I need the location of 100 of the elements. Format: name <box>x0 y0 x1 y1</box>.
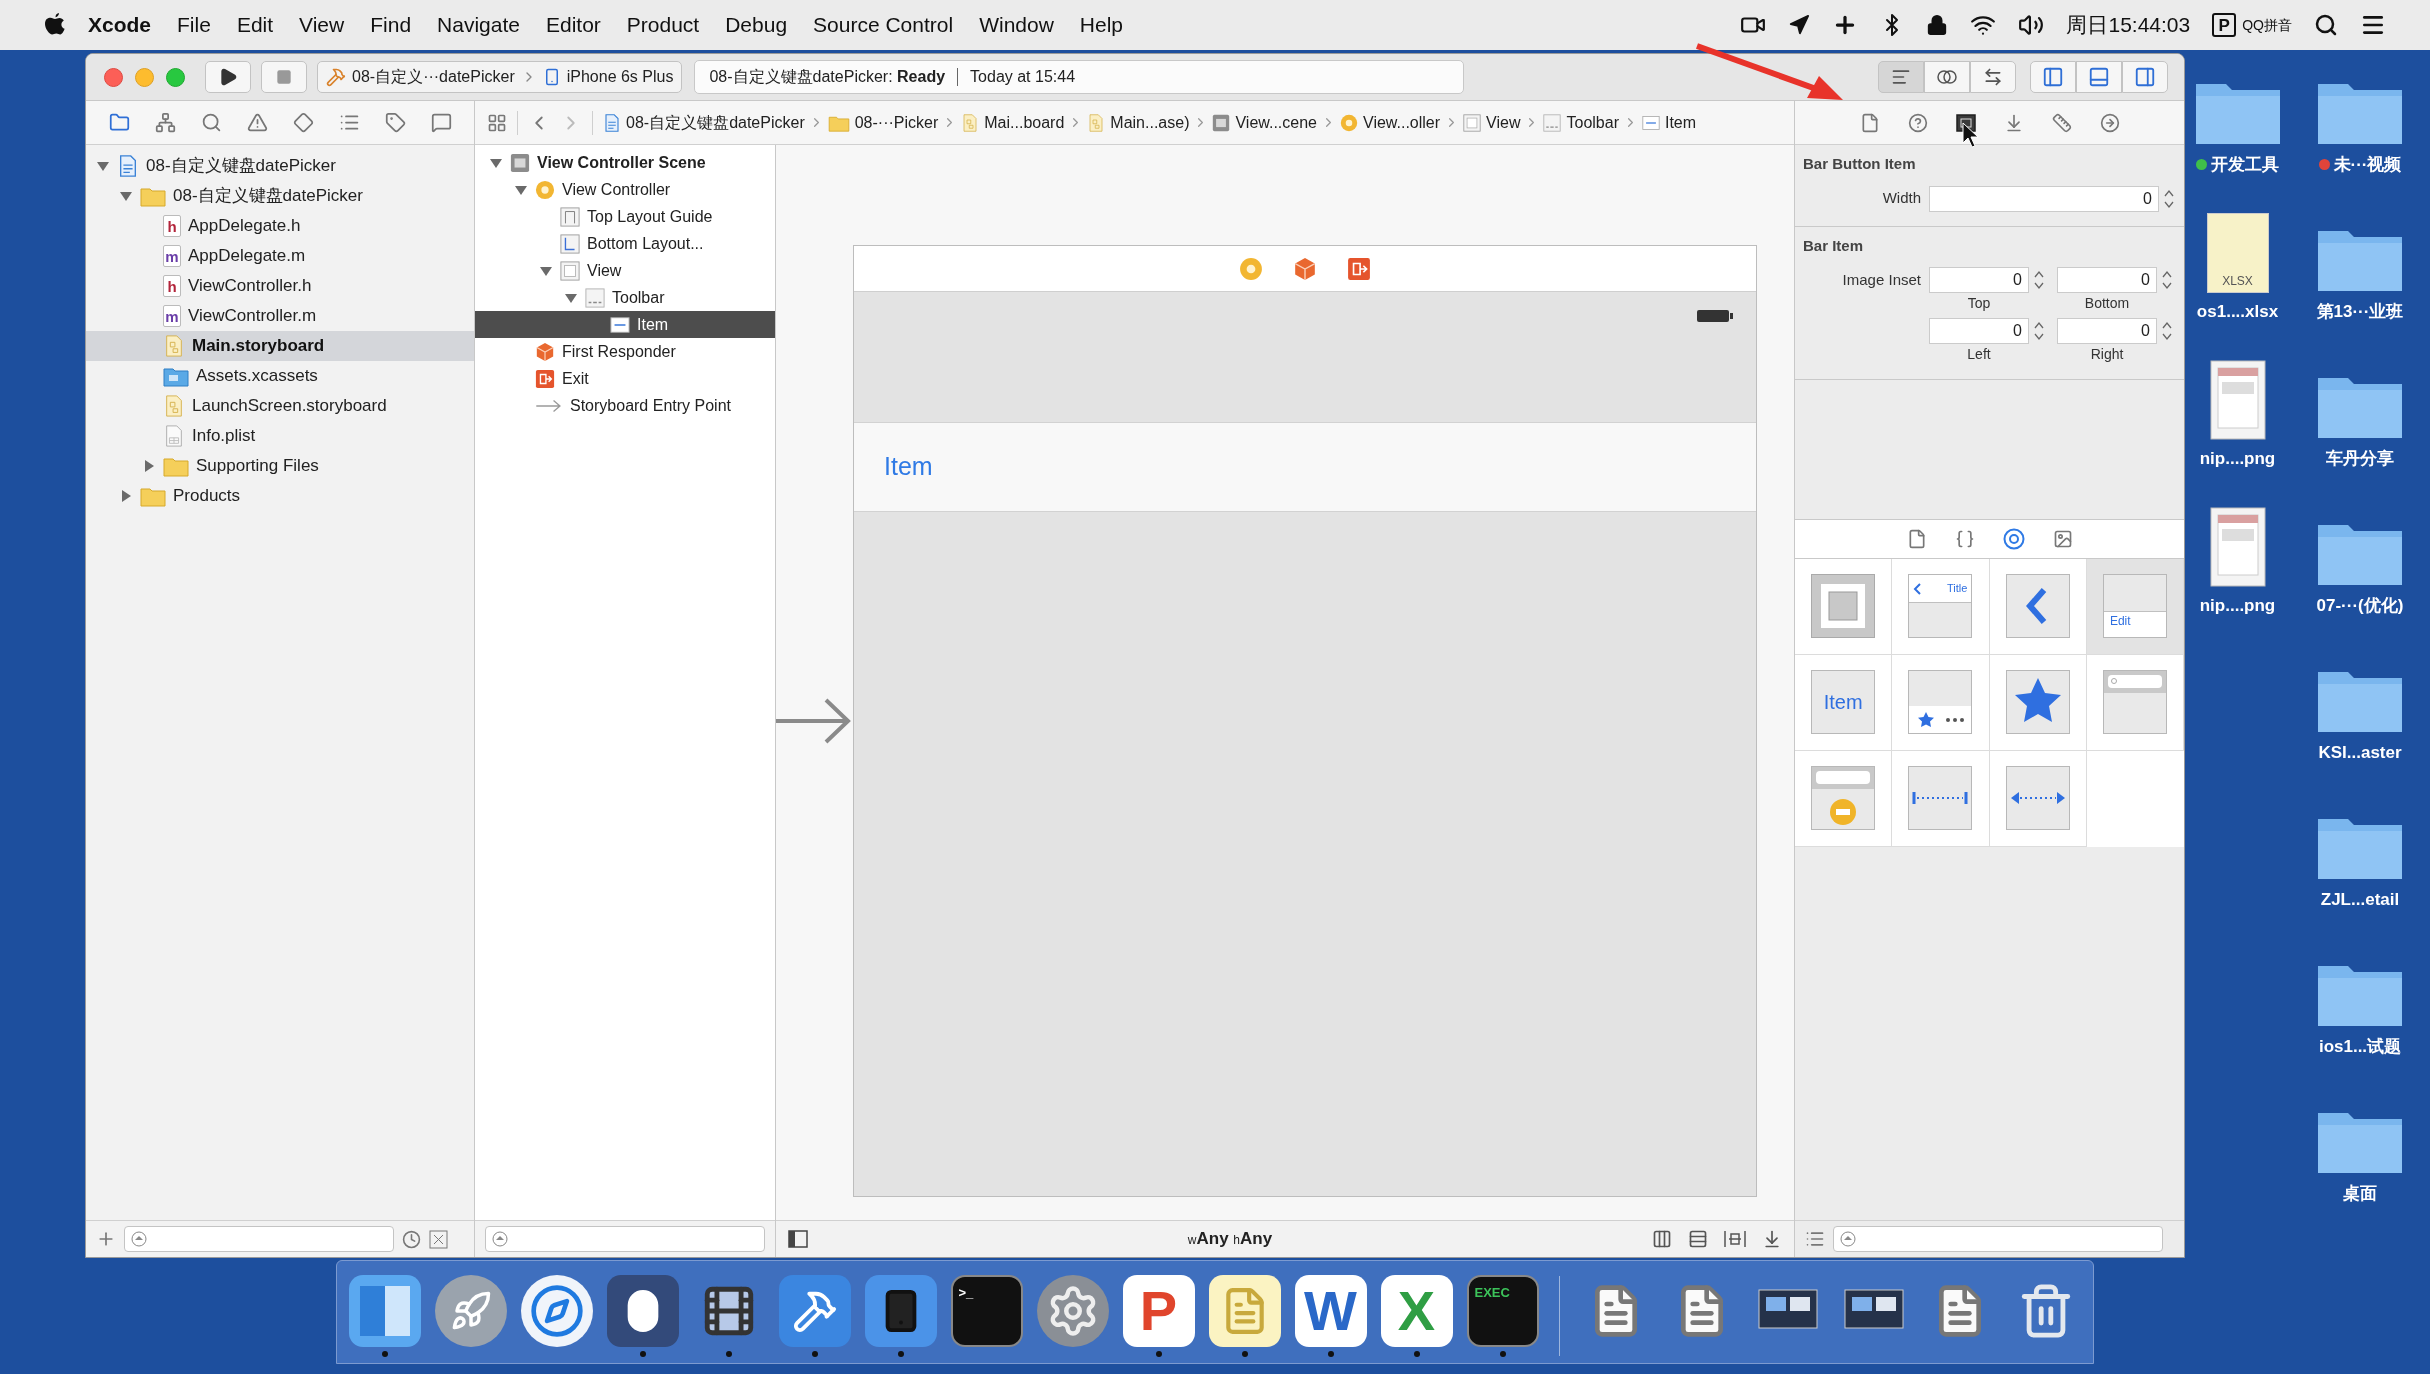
input-method-label[interactable]: QQ拼音 <box>2242 14 2292 36</box>
tree-row[interactable]: Exit <box>475 365 775 392</box>
menu-item[interactable]: Window <box>979 9 1054 41</box>
search-icon[interactable] <box>2314 13 2338 37</box>
tree-row[interactable]: LaunchScreen.storyboard <box>86 391 474 421</box>
tree-row[interactable]: First Responder <box>475 338 775 365</box>
notepad-icon[interactable] <box>1208 1275 1281 1347</box>
menu-item[interactable]: Editor <box>545 9 601 41</box>
menu-item[interactable]: Edit <box>236 9 274 41</box>
ruler-icon[interactable] <box>2051 112 2072 133</box>
image-file-icon[interactable] <box>2209 360 2266 440</box>
menu-item[interactable]: Source Control <box>813 9 954 41</box>
filter-field[interactable] <box>1833 1226 2163 1252</box>
volume-icon[interactable] <box>2018 12 2045 38</box>
phone-icon[interactable] <box>864 1275 937 1347</box>
stop-button[interactable] <box>261 61 307 93</box>
toolbar-item[interactable]: Item <box>884 448 933 486</box>
breadcrumb-item[interactable]: View <box>1463 110 1521 135</box>
file-label[interactable]: os1....xlsx <box>2196 299 2279 325</box>
tree-row[interactable]: Bottom Layout... <box>475 230 775 257</box>
file-label[interactable]: 开发工具 <box>2211 152 2279 178</box>
file-label[interactable]: KSI...aster <box>2318 740 2402 766</box>
tree-row[interactable]: Assets.xcassets <box>86 361 474 391</box>
run-button[interactable] <box>205 61 251 93</box>
clock-text[interactable]: 周日15:44:03 <box>2066 9 2191 41</box>
exec-app-button[interactable]: EXEC <box>1466 1275 1539 1347</box>
menu-item[interactable]: Navigate <box>437 9 520 41</box>
number-field[interactable]: 0 <box>1929 318 2029 344</box>
scheme-selector[interactable]: 08-自定义···datePicker iPhone 6s Plus <box>317 61 683 93</box>
standard-editor-button[interactable] <box>1878 61 1924 93</box>
file-label[interactable]: ios1...试题 <box>2318 1034 2402 1060</box>
file-label[interactable]: nip....png <box>2199 446 2276 472</box>
tree-row[interactable]: Products <box>86 481 474 511</box>
breadcrumb-item[interactable]: 08-···Picker <box>827 110 939 135</box>
tree-row[interactable]: h AppDelegate.h <box>86 211 474 241</box>
tree-row[interactable]: m AppDelegate.m <box>86 241 474 271</box>
warning-icon[interactable] <box>246 112 268 133</box>
tree-row[interactable]: Main.storyboard <box>86 331 474 361</box>
file-label[interactable]: 07-···(优化) <box>2316 593 2404 619</box>
disclosure-triangle[interactable] <box>119 189 133 203</box>
library-tile[interactable] <box>1892 654 1990 751</box>
breadcrumb-item[interactable]: Item <box>1641 110 1697 135</box>
list-view-icon[interactable] <box>1805 1229 1825 1249</box>
assistant-editor-button[interactable] <box>1924 61 1970 93</box>
breadcrumb-item[interactable]: View...cene <box>1212 110 1317 135</box>
tree-row[interactable]: h ViewController.h <box>86 271 474 301</box>
spreadsheet-file-icon[interactable]: XLSX <box>2206 213 2269 293</box>
library-tile[interactable] <box>1795 750 1893 847</box>
diamond-icon[interactable] <box>292 112 314 133</box>
version-editor-button[interactable] <box>1970 61 2016 93</box>
hierarchy-icon[interactable] <box>154 112 176 133</box>
speech-bubble-icon[interactable] <box>430 112 452 133</box>
breadcrumb-item[interactable]: Mai...board <box>961 110 1065 135</box>
filter-box-icon[interactable] <box>429 1229 448 1249</box>
tree-row[interactable]: Item <box>475 311 775 338</box>
breadcrumb-item[interactable]: 08-自定义键盘datePicker <box>603 110 805 135</box>
object-library-icon[interactable] <box>2002 527 2025 550</box>
powerpoint-app-button[interactable]: P <box>1122 1275 1195 1347</box>
disclosure-triangle[interactable] <box>142 459 156 473</box>
resolve-icon[interactable] <box>1762 1229 1782 1249</box>
menu-item[interactable]: Help <box>1079 9 1124 41</box>
clock-icon[interactable] <box>402 1229 421 1249</box>
library-tile[interactable] <box>1989 558 2087 655</box>
filter-field[interactable] <box>485 1226 765 1252</box>
image-file-icon[interactable] <box>2209 507 2266 587</box>
align-icon[interactable] <box>1688 1229 1708 1249</box>
library-tile[interactable] <box>1989 654 2087 751</box>
code-snippet-icon[interactable] <box>1954 528 1975 549</box>
media-library-icon[interactable] <box>2052 528 2073 549</box>
library-tile[interactable] <box>1892 750 1990 847</box>
number-field[interactable]: 0 <box>2057 267 2157 293</box>
connections-icon[interactable] <box>2099 112 2120 133</box>
file-label[interactable]: 桌面 <box>2343 1181 2377 1207</box>
tree-row[interactable]: Supporting Files <box>86 451 474 481</box>
input-method-logo[interactable]: P <box>2212 13 2237 37</box>
debug-area-toggle-icon[interactable] <box>2076 61 2122 93</box>
stack-icon[interactable] <box>1652 1229 1672 1249</box>
library-tile[interactable] <box>1989 750 2087 847</box>
tree-row[interactable]: 08-自定义键盘datePicker <box>86 181 474 211</box>
breadcrumb-item[interactable]: Main...ase) <box>1087 110 1190 135</box>
library-tile[interactable]: Edit <box>2086 558 2184 655</box>
file-label[interactable]: 车丹分享 <box>2326 446 2394 472</box>
size-class-label[interactable]: wAny hAny <box>1187 1226 1273 1252</box>
disclosure-triangle[interactable] <box>96 159 110 173</box>
mouse-icon[interactable] <box>606 1275 679 1347</box>
number-field[interactable]: 0 <box>2057 318 2157 344</box>
panel-toggle-icon[interactable] <box>788 1230 808 1248</box>
library-tile[interactable] <box>2086 654 2184 751</box>
lock-icon[interactable] <box>1926 14 1949 36</box>
folder-icon[interactable] <box>108 112 130 133</box>
number-field[interactable]: 0 <box>1929 185 2159 212</box>
file-label[interactable]: 未···视频 <box>2333 152 2402 178</box>
word-app-button[interactable]: W <box>1294 1275 1367 1347</box>
tree-row[interactable]: Top Layout Guide <box>475 203 775 230</box>
tree-row[interactable]: Toolbar <box>475 284 775 311</box>
tree-row[interactable]: m ViewController.m <box>86 301 474 331</box>
tree-row[interactable]: Info.plist <box>86 421 474 451</box>
location-icon[interactable] <box>1788 14 1811 36</box>
navigator-toggle-icon[interactable] <box>2030 61 2076 93</box>
number-field[interactable]: 0 <box>1929 267 2029 293</box>
